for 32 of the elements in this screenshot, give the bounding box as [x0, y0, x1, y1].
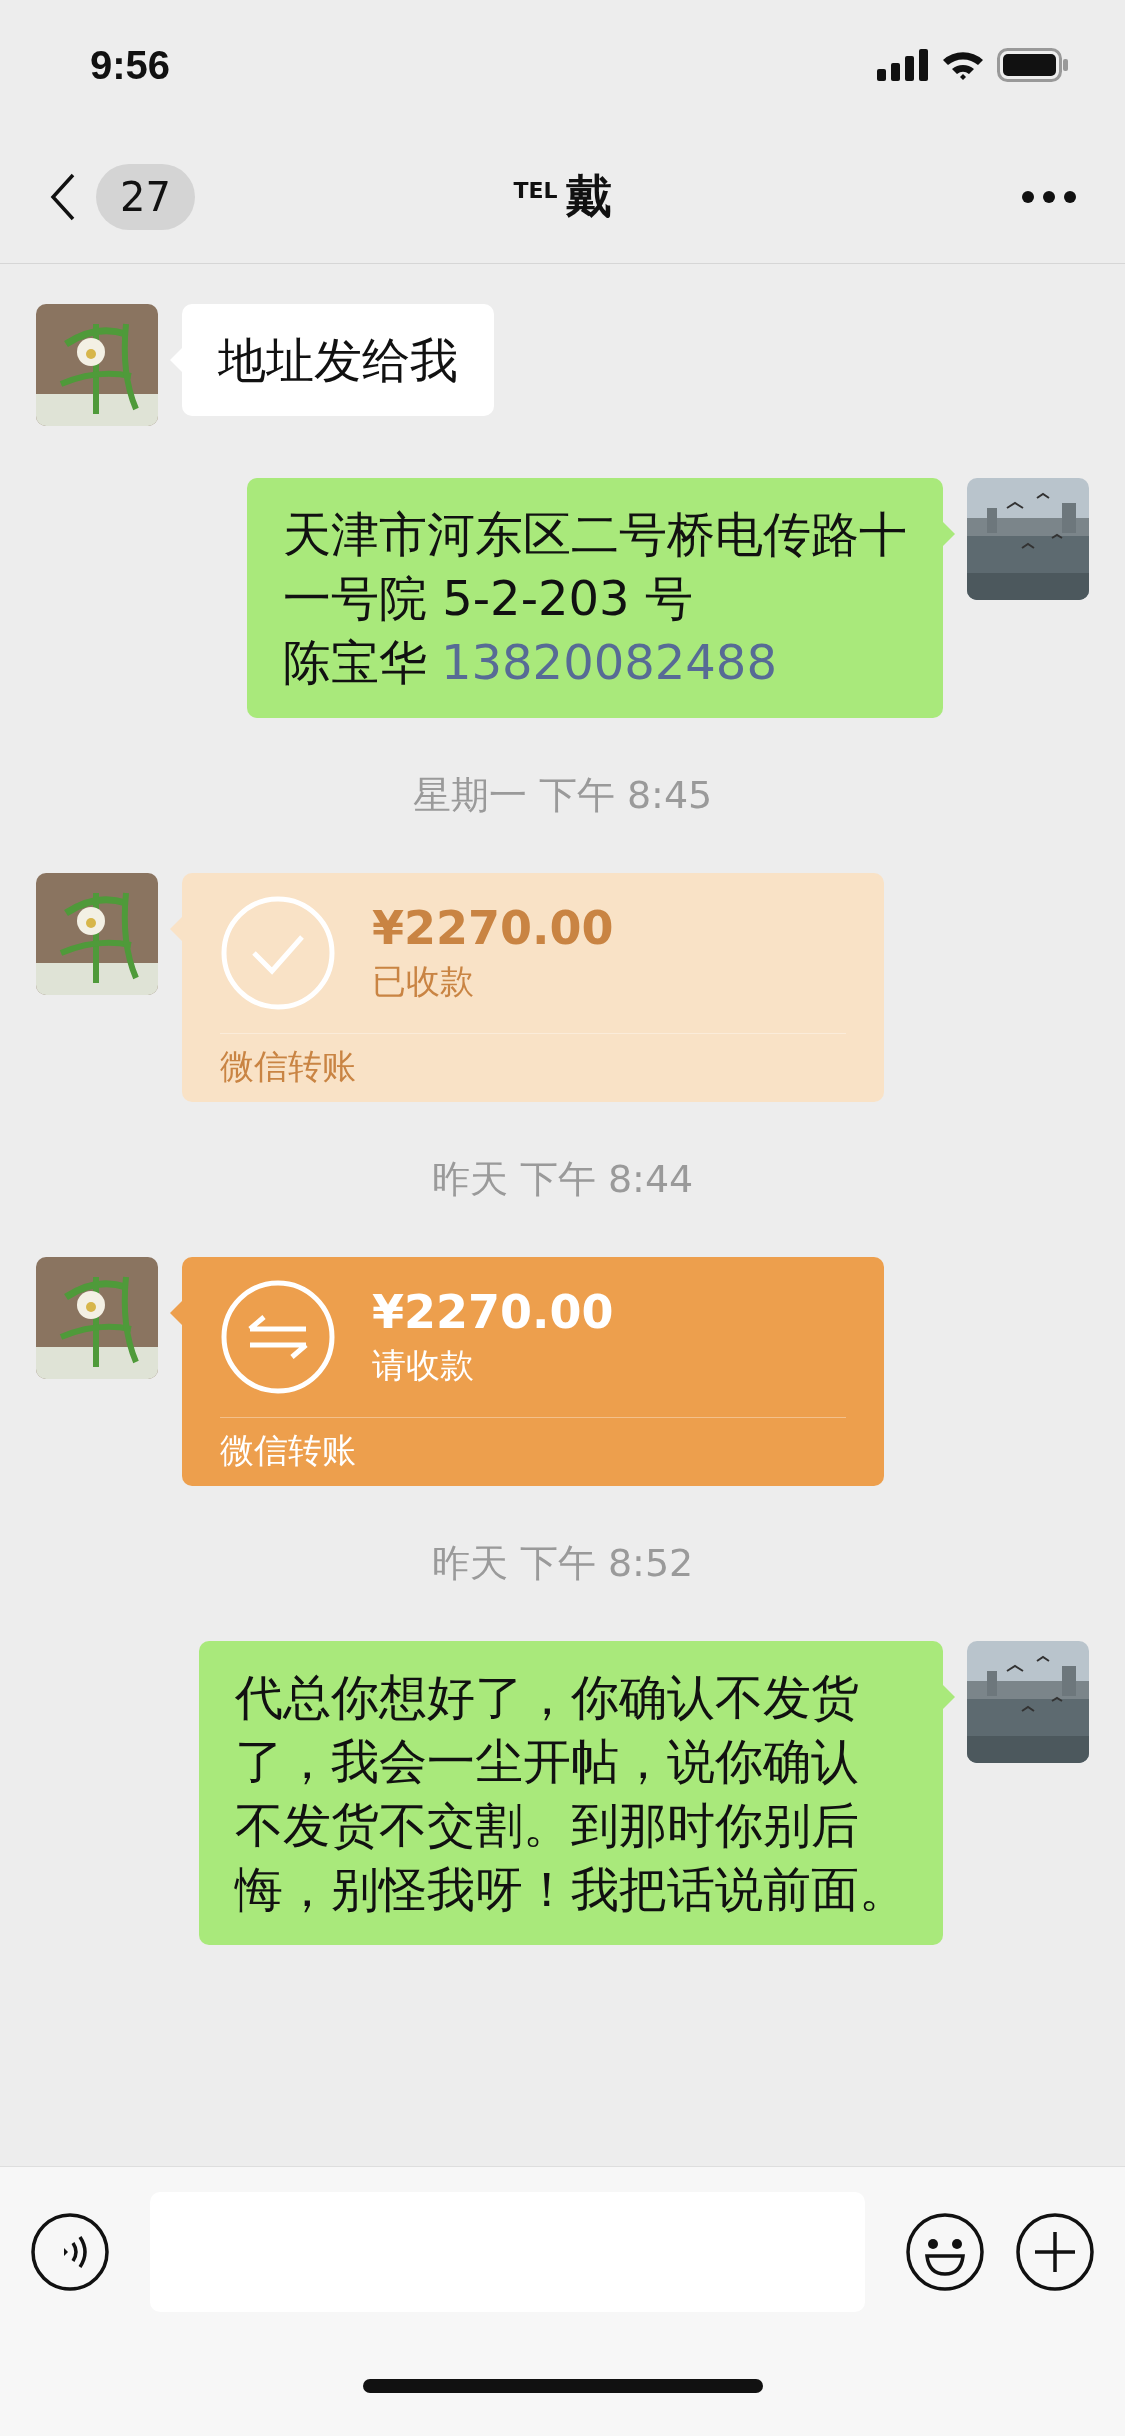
- transfer-label: 微信转账: [220, 1045, 357, 1088]
- message-text: 一号院 5-2-203 号: [283, 569, 693, 628]
- message-text: 不发货不交割。到那时你别后: [235, 1796, 859, 1855]
- timestamp: 星期一 下午 8:45: [412, 772, 713, 819]
- unread-count[interactable]: 27: [96, 163, 195, 230]
- transfer-status: 已收款: [372, 960, 475, 1003]
- message-text: 悔，别怪我呀！我把话说前面。: [235, 1860, 907, 1919]
- message-text: 地址发给我: [218, 331, 458, 390]
- message-text: 了，我会一尘开帖，说你确认: [235, 1732, 859, 1791]
- more-icon[interactable]: [1021, 189, 1077, 204]
- phone-link[interactable]: 13820082488: [441, 630, 777, 694]
- signal-icon: [877, 49, 929, 81]
- transfer-label: 微信转账: [220, 1429, 357, 1472]
- back-icon[interactable]: [50, 172, 76, 221]
- check-circle-icon: [220, 895, 336, 1011]
- message-text: 陈宝华: [283, 633, 427, 692]
- contact-name: 戴: [565, 167, 612, 225]
- timestamp: 昨天 下午 8:52: [431, 1540, 694, 1587]
- contact-name-prefix: TEL: [513, 177, 558, 203]
- emoji-icon[interactable]: [905, 2211, 985, 2292]
- transfer-arrows-icon: [220, 1279, 336, 1395]
- message-text: 天津市河东区二号桥电传路十: [283, 505, 907, 564]
- voice-icon[interactable]: [30, 2211, 110, 2292]
- transfer-amount: ¥2270.00: [372, 1285, 614, 1339]
- timestamp: 昨天 下午 8:44: [431, 1156, 694, 1203]
- add-icon[interactable]: [1015, 2211, 1095, 2292]
- transfer-amount: ¥2270.00: [372, 901, 614, 955]
- status-time: 9:56: [90, 42, 171, 88]
- wifi-icon: [941, 49, 985, 81]
- transfer-status: 请收款: [372, 1344, 475, 1387]
- message-text: 代总你想好了，你确认不发货: [235, 1668, 859, 1727]
- battery-icon: [997, 48, 1069, 82]
